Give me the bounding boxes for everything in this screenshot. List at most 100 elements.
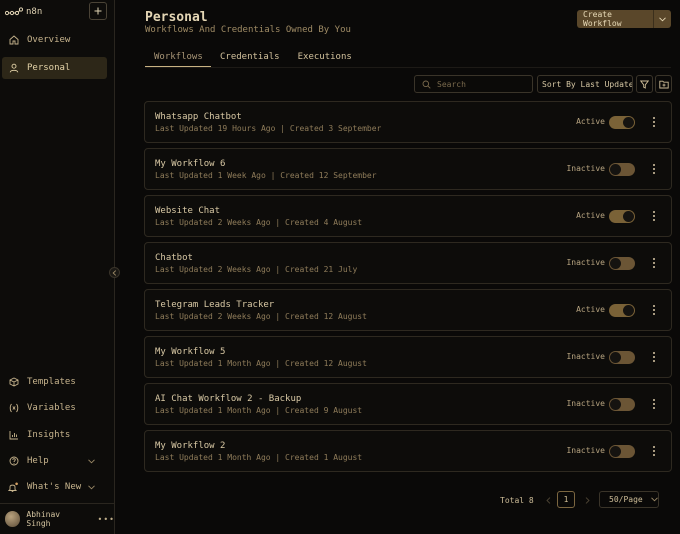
sidebar-item-help[interactable]: Help <box>2 450 107 472</box>
workflow-meta: Last Updated 1 Month Ago | Created 9 Aug… <box>155 406 363 415</box>
box-icon <box>8 377 19 388</box>
main-content: Personal Workflows And Credentials Owned… <box>116 0 680 534</box>
sidebar-item-label: Variables <box>27 403 76 413</box>
active-toggle[interactable] <box>609 116 635 129</box>
sidebar-item-label: Overview <box>27 35 71 45</box>
workflow-card[interactable]: Whatsapp Chatbot Last Updated 19 Hours A… <box>144 101 672 143</box>
more-vertical-icon[interactable] <box>651 256 657 270</box>
tab-workflows[interactable]: Workflows <box>145 50 211 68</box>
prev-page-button[interactable] <box>546 491 551 509</box>
variable-icon <box>8 403 19 414</box>
chart-icon <box>8 430 19 441</box>
user-name: Abhinav Singh <box>26 510 61 528</box>
sidebar-item-whats-new[interactable]: What's New <box>2 476 107 498</box>
workflow-name[interactable]: Chatbot <box>155 253 193 263</box>
help-icon <box>8 456 19 467</box>
sort-select[interactable]: Sort By Last Updated <box>537 75 633 93</box>
next-page-button[interactable] <box>585 491 590 509</box>
sidebar-item-insights[interactable]: Insights <box>2 424 107 446</box>
more-vertical-icon[interactable] <box>651 303 657 317</box>
active-toggle[interactable] <box>609 210 635 223</box>
n8n-logo-icon <box>5 7 23 16</box>
workflow-card[interactable]: My Workflow 5 Last Updated 1 Month Ago |… <box>144 336 672 378</box>
new-folder-button[interactable] <box>655 75 672 93</box>
active-toggle[interactable] <box>609 163 635 176</box>
tab-executions[interactable]: Executions <box>289 50 361 68</box>
app-name: n8n <box>26 7 43 17</box>
workflow-card[interactable]: My Workflow 6 Last Updated 1 Week Ago | … <box>144 148 672 190</box>
workflow-name[interactable]: My Workflow 5 <box>155 347 225 357</box>
sidebar-item-personal[interactable]: Personal <box>2 57 107 79</box>
more-vertical-icon[interactable] <box>651 444 657 458</box>
sidebar-item-label: Insights <box>27 430 71 440</box>
workflow-status: Inactive <box>566 258 605 267</box>
more-horizontal-icon[interactable]: ••• <box>98 515 115 524</box>
page-subtitle: Workflows And Credentials Owned By You <box>145 25 351 35</box>
search-icon <box>422 80 431 89</box>
active-toggle[interactable] <box>609 351 635 364</box>
chevron-down-icon <box>88 483 95 493</box>
more-vertical-icon[interactable] <box>651 162 657 176</box>
workflow-meta: Last Updated 2 Weeks Ago | Created 21 Ju… <box>155 265 358 274</box>
workflow-card[interactable]: Telegram Leads Tracker Last Updated 2 We… <box>144 289 672 331</box>
total-count: Total 8 <box>500 495 534 505</box>
tabs: Workflows Credentials Executions <box>145 50 361 68</box>
search-box[interactable] <box>414 75 533 93</box>
sidebar-item-label: Help <box>27 456 49 466</box>
add-button[interactable] <box>89 2 107 20</box>
workflow-status: Active <box>576 117 605 126</box>
collapse-sidebar-button[interactable] <box>109 267 120 278</box>
workflow-status: Active <box>576 211 605 220</box>
filter-button[interactable] <box>636 75 653 93</box>
workflow-name[interactable]: Telegram Leads Tracker <box>155 300 274 310</box>
bell-icon <box>8 482 19 493</box>
workflow-name[interactable]: My Workflow 2 <box>155 441 225 451</box>
create-workflow-button[interactable]: Create Workflow <box>577 10 671 28</box>
tabs-divider <box>145 67 671 68</box>
sidebar-item-variables[interactable]: Variables <box>2 397 107 419</box>
logo[interactable]: n8n <box>5 5 42 19</box>
sidebar-item-templates[interactable]: Templates <box>2 371 107 393</box>
more-vertical-icon[interactable] <box>651 350 657 364</box>
page-size-select[interactable]: 50/Page <box>599 491 659 508</box>
workflow-status: Active <box>576 305 605 314</box>
chevron-left-icon <box>112 269 117 276</box>
workflow-card[interactable]: AI Chat Workflow 2 - Backup Last Updated… <box>144 383 672 425</box>
create-workflow-label: Create Workflow <box>583 10 622 28</box>
workflow-status: Inactive <box>566 446 605 455</box>
sidebar-item-overview[interactable]: Overview <box>2 29 107 51</box>
workflow-meta: Last Updated 2 Weeks Ago | Created 4 Aug… <box>155 218 363 227</box>
workflow-status: Inactive <box>566 352 605 361</box>
active-toggle[interactable] <box>609 445 635 458</box>
workflow-name[interactable]: Whatsapp Chatbot <box>155 112 242 122</box>
chevron-left-icon <box>546 496 551 504</box>
search-input[interactable] <box>437 79 527 89</box>
toggle-knob <box>610 399 621 410</box>
more-vertical-icon[interactable] <box>651 115 657 129</box>
workflow-card[interactable]: Website Chat Last Updated 2 Weeks Ago | … <box>144 195 672 237</box>
chevron-down-icon <box>659 16 666 21</box>
page-number-button[interactable]: 1 <box>557 491 575 508</box>
workflow-status: Inactive <box>566 399 605 408</box>
toggle-knob <box>610 164 621 175</box>
active-toggle[interactable] <box>609 257 635 270</box>
user-menu[interactable]: Abhinav Singh ••• <box>0 503 115 534</box>
chevron-down-icon <box>650 497 658 502</box>
active-toggle[interactable] <box>609 398 635 411</box>
workflow-meta: Last Updated 2 Weeks Ago | Created 12 Au… <box>155 312 367 321</box>
workflow-name[interactable]: Website Chat <box>155 206 220 216</box>
more-vertical-icon[interactable] <box>651 397 657 411</box>
create-options-dropdown[interactable] <box>653 10 671 28</box>
more-vertical-icon[interactable] <box>651 209 657 223</box>
workflow-name[interactable]: My Workflow 6 <box>155 159 225 169</box>
sidebar-item-label: What's New <box>27 482 82 492</box>
active-toggle[interactable] <box>609 304 635 317</box>
tab-credentials[interactable]: Credentials <box>211 50 289 68</box>
toggle-knob <box>610 352 621 363</box>
workflow-card[interactable]: Chatbot Last Updated 2 Weeks Ago | Creat… <box>144 242 672 284</box>
toggle-knob <box>623 211 634 222</box>
filter-icon <box>640 80 649 89</box>
workflow-card[interactable]: My Workflow 2 Last Updated 1 Month Ago |… <box>144 430 672 472</box>
workflow-name[interactable]: AI Chat Workflow 2 - Backup <box>155 394 301 404</box>
workflow-meta: Last Updated 1 Month Ago | Created 12 Au… <box>155 359 367 368</box>
